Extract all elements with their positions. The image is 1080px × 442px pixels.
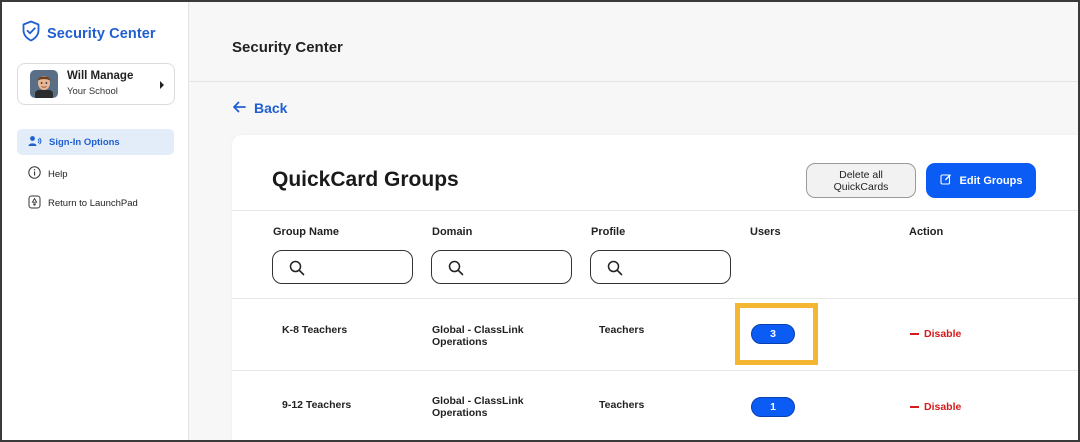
group-name-search-input[interactable] — [272, 250, 413, 284]
back-label: Back — [254, 100, 288, 116]
sidebar-item-help[interactable]: Help — [17, 161, 174, 187]
edit-icon — [939, 173, 952, 188]
domain-search-input[interactable] — [431, 250, 572, 284]
column-header-domain[interactable]: Domain — [432, 226, 472, 238]
sidebar-item-label: Return to LaunchPad — [48, 197, 138, 209]
search-icon — [289, 260, 305, 276]
group-name-search-field[interactable] — [311, 257, 406, 277]
delete-label-line2: QuickCards — [833, 181, 889, 193]
sidebar-item-return-to-launchpad[interactable]: Return to LaunchPad — [17, 190, 174, 216]
profile-search-input[interactable] — [590, 250, 731, 284]
divider — [232, 370, 1078, 371]
minus-icon — [910, 333, 919, 335]
info-icon — [28, 166, 41, 182]
disable-button[interactable]: Disable — [910, 401, 961, 413]
domain-search-field[interactable] — [470, 257, 565, 277]
back-link[interactable]: Back — [232, 100, 287, 116]
header: Security Center — [189, 2, 1078, 82]
disable-label: Disable — [924, 401, 962, 413]
shield-check-icon — [21, 20, 41, 47]
launchpad-icon — [28, 195, 41, 212]
arrow-left-icon — [232, 100, 246, 116]
app-window: Security Center Will Manage Your School — [2, 2, 1078, 440]
edit-label: Edit Groups — [959, 174, 1023, 187]
profile-search-field[interactable] — [629, 257, 724, 277]
user-school: Your School — [67, 86, 118, 97]
minus-icon — [910, 406, 919, 408]
domain-line1: Global - ClassLink — [432, 324, 524, 336]
avatar — [30, 70, 58, 98]
domain-line1: Global - ClassLink — [432, 395, 524, 407]
disable-label: Disable — [924, 328, 962, 340]
divider — [232, 298, 1078, 299]
domain-cell: Global - ClassLink Operations — [432, 324, 524, 348]
divider — [232, 210, 1078, 211]
column-header-profile[interactable]: Profile — [591, 226, 625, 238]
group-name-cell: K-8 Teachers — [282, 324, 348, 336]
users-count-button[interactable]: 3 — [751, 324, 795, 344]
sidebar-item-label: Help — [48, 168, 68, 180]
caret-right-icon — [160, 81, 164, 89]
delete-label-line1: Delete all — [839, 169, 883, 181]
column-header-action: Action — [909, 226, 944, 238]
brand-name: Security Center — [47, 25, 156, 42]
brand[interactable]: Security Center — [21, 20, 156, 47]
user-switcher[interactable]: Will Manage Your School — [17, 63, 175, 105]
users-count-button[interactable]: 1 — [751, 397, 795, 417]
profile-cell: Teachers — [599, 399, 645, 411]
sidebar-item-label: Sign-In Options — [49, 136, 120, 148]
group-name-cell: 9-12 Teachers — [282, 399, 352, 411]
quickcard-groups-card: QuickCard Groups Delete all QuickCards E… — [232, 135, 1078, 440]
sidebar-item-sign-in-options[interactable]: Sign-In Options — [17, 129, 174, 155]
users-signin-icon — [28, 135, 42, 150]
sidebar: Security Center Will Manage Your School — [2, 2, 189, 440]
disable-button[interactable]: Disable — [910, 328, 961, 340]
domain-cell: Global - ClassLink Operations — [432, 395, 524, 419]
column-header-users: Users — [750, 226, 781, 238]
page-title: Security Center — [232, 39, 343, 56]
column-header-group-name[interactable]: Group Name — [273, 226, 339, 238]
search-icon — [607, 260, 623, 276]
delete-all-quickcards-button[interactable]: Delete all QuickCards — [806, 163, 916, 198]
edit-groups-button[interactable]: Edit Groups — [926, 163, 1036, 198]
card-title: QuickCard Groups — [272, 168, 459, 191]
search-icon — [448, 260, 464, 276]
profile-cell: Teachers — [599, 324, 645, 336]
domain-line2: Operations — [432, 336, 488, 348]
user-name: Will Manage — [67, 70, 134, 82]
domain-line2: Operations — [432, 407, 488, 419]
